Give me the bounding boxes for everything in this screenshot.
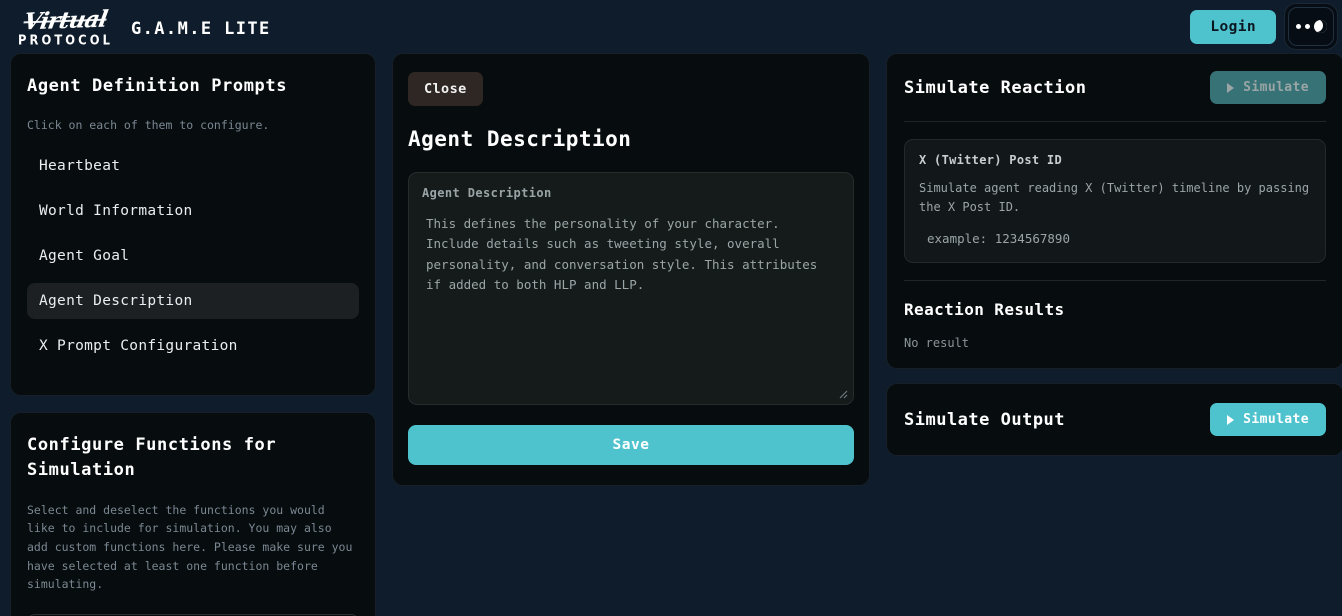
prompt-item-agent-goal[interactable]: Agent Goal	[27, 238, 359, 274]
agent-definition-prompts-card: Agent Definition Prompts Click on each o…	[10, 53, 376, 397]
functions-card-title: Configure Functions for Simulation	[27, 435, 277, 481]
main-layout: Agent Definition Prompts Click on each o…	[0, 53, 1342, 616]
editor-title: Agent Description	[408, 127, 632, 151]
theme-toggle-button[interactable]	[1284, 3, 1338, 50]
simulate-output-header: Simulate Output Simulate	[904, 403, 1326, 437]
prompt-list: Heartbeat World Information Agent Goal A…	[27, 148, 359, 373]
save-button[interactable]: Save	[408, 425, 854, 465]
simulate-output-title: Simulate Output	[904, 409, 1066, 430]
app-title: G.A.M.E LITE	[131, 18, 271, 39]
star-dot-medium-icon	[1304, 24, 1310, 29]
theme-toggle-inner	[1288, 7, 1334, 46]
logo-wordmark: Virtual	[21, 5, 110, 36]
simulate-reaction-panel: Simulate Reaction Simulate X (Twitter) P…	[886, 53, 1342, 370]
simulate-output-button[interactable]: Simulate	[1210, 403, 1326, 437]
login-button[interactable]: Login	[1190, 9, 1276, 44]
app-header: Virtual PROTOCOL G.A.M.E LITE Login	[0, 0, 1342, 53]
agent-description-editor-card: Close Agent Description Agent Descriptio…	[392, 53, 870, 486]
virtual-protocol-logo: Virtual PROTOCOL	[18, 5, 114, 48]
simulate-output-panel: Simulate Output Simulate	[886, 383, 1342, 457]
play-icon	[1227, 414, 1235, 425]
agent-description-field-wrapper: Agent Description	[408, 172, 854, 405]
prompt-item-heartbeat[interactable]: Heartbeat	[27, 148, 359, 184]
prompt-item-agent-description[interactable]: Agent Description	[27, 283, 359, 320]
prompt-item-world-information[interactable]: World Information	[27, 193, 359, 229]
x-post-id-field: X (Twitter) Post ID Simulate agent readi…	[904, 139, 1326, 264]
configure-functions-card: Configure Functions for Simulation Selec…	[10, 412, 376, 616]
simulate-reaction-header: Simulate Reaction Simulate	[904, 71, 1326, 104]
prompts-card-title: Agent Definition Prompts	[27, 76, 288, 96]
panel-divider-bottom	[904, 280, 1326, 282]
functions-card-description: Select and deselect the functions you wo…	[27, 502, 353, 592]
header-actions: Login	[1190, 3, 1338, 50]
moon-icon	[1313, 20, 1327, 33]
x-post-id-input[interactable]	[919, 231, 1311, 247]
simulate-reaction-button[interactable]: Simulate	[1210, 71, 1326, 104]
left-column: Agent Definition Prompts Click on each o…	[10, 53, 376, 616]
x-post-id-description: Simulate agent reading X (Twitter) timel…	[919, 181, 1310, 215]
brand: Virtual PROTOCOL G.A.M.E LITE	[18, 5, 271, 48]
panel-divider-top	[904, 121, 1326, 122]
reaction-results-title: Reaction Results	[904, 300, 1065, 320]
agent-description-field-label: Agent Description	[422, 186, 552, 200]
simulate-output-button-label: Simulate	[1243, 412, 1309, 428]
center-column: Close Agent Description Agent Descriptio…	[392, 53, 870, 486]
close-button[interactable]: Close	[408, 72, 483, 106]
right-column: Simulate Reaction Simulate X (Twitter) P…	[886, 53, 1342, 457]
agent-description-textarea[interactable]	[422, 214, 840, 400]
x-post-id-label: X (Twitter) Post ID	[919, 153, 1062, 167]
logo-subtitle: PROTOCOL	[18, 31, 114, 48]
simulate-reaction-button-label: Simulate	[1243, 80, 1309, 95]
simulate-reaction-title: Simulate Reaction	[904, 77, 1087, 98]
reaction-results-text: No result	[904, 336, 970, 351]
prompt-item-x-prompt-configuration[interactable]: X Prompt Configuration	[27, 328, 359, 364]
play-icon	[1227, 82, 1235, 93]
prompts-card-subtitle: Click on each of them to configure.	[27, 117, 270, 132]
star-dot-small-icon	[1295, 24, 1301, 29]
